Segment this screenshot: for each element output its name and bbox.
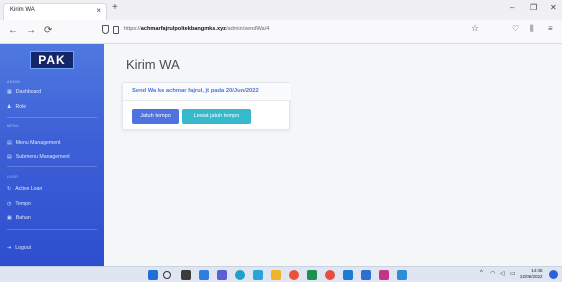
user-icon: ♟: [7, 104, 12, 110]
firefox-icon[interactable]: [289, 270, 299, 280]
chat-icon[interactable]: [217, 270, 227, 280]
sidebar-item-dashboard[interactable]: ▦ Dashboard: [7, 89, 41, 95]
app-content: PAK ADMIN ▦ Dashboard ♟ Role MENU ▤ Menu Ma…: [0, 44, 562, 266]
reload-icon[interactable]: ⟳: [44, 25, 52, 36]
sidebar-divider: [7, 229, 97, 230]
volume-icon[interactable]: ◁: [500, 270, 505, 277]
tab-title: Kirim WA: [10, 7, 35, 13]
card-header: Send Wa ke achmar fajrul, jt pada 20/Jun…: [123, 83, 291, 101]
clock-icon: ◷: [7, 201, 12, 207]
os-taskbar: ^ ◠ ◁ ▭ 14:45 22/06/2022: [0, 266, 562, 282]
forward-icon[interactable]: →: [26, 25, 36, 36]
sidebar-item-tempo[interactable]: ◷ Tempo: [7, 201, 31, 207]
task-view-icon[interactable]: [181, 270, 191, 280]
folder-icon: ▤: [7, 140, 12, 146]
windows-start-icon[interactable]: [148, 270, 158, 280]
sidebar-divider: [7, 166, 97, 167]
library-icon[interactable]: ⫼: [530, 24, 534, 34]
vscode-icon[interactable]: [397, 270, 407, 280]
sidebar-heading-user: USER: [7, 175, 19, 179]
notification-icon[interactable]: [549, 270, 558, 279]
sidebar-item-submenu-management[interactable]: ▤ Submenu Management: [7, 154, 70, 160]
menu-icon[interactable]: ≡: [548, 24, 553, 33]
sidebar-heading-admin: ADMIN: [7, 80, 21, 84]
wifi-icon[interactable]: ◠: [490, 270, 495, 277]
back-icon[interactable]: ←: [8, 25, 18, 36]
maximize-icon[interactable]: ❐: [530, 3, 537, 12]
system-clock[interactable]: 14:45 22/06/2022: [520, 268, 543, 280]
search-icon[interactable]: [163, 271, 171, 279]
edge-browser-icon[interactable]: [235, 270, 245, 280]
browser-toolbar: ← → ⟳ https://achmarfajrulpoltekbangmks.…: [0, 20, 562, 44]
sidebar-item-active-loan[interactable]: ↻ Active Loan: [7, 186, 42, 192]
browser-tab[interactable]: Kirim WA ×: [3, 3, 107, 20]
word-icon[interactable]: [361, 270, 371, 280]
tray-chevron-icon[interactable]: ^: [480, 270, 483, 276]
minimize-icon[interactable]: –: [510, 3, 514, 12]
lock-icon[interactable]: [113, 26, 119, 34]
sidebar-item-menu-management[interactable]: ▤ Menu Management: [7, 140, 60, 146]
card-header-text: Send Wa ke achmar fajrul, jt pada 20/Jun…: [132, 88, 259, 94]
close-tab-icon[interactable]: ×: [96, 6, 101, 15]
sidebar-divider: [7, 117, 97, 118]
browser-tab-strip: Kirim WA × + – ❐ ✕: [0, 0, 562, 20]
url-text[interactable]: https://achmarfajrulpoltekbangmks.xyz/ad…: [124, 26, 269, 32]
app-icon[interactable]: [343, 270, 353, 280]
sidebar: PAK ADMIN ▦ Dashboard ♟ Role MENU ▤ Menu Ma…: [0, 44, 104, 266]
close-window-icon[interactable]: ✕: [550, 3, 557, 12]
address-bar[interactable]: https://achmarfajrulpoltekbangmks.xyz/ad…: [102, 24, 487, 39]
box-icon: ▣: [7, 215, 12, 221]
bookmark-star-icon[interactable]: ☆: [471, 23, 479, 34]
sidebar-heading-menu: MENU: [7, 124, 19, 128]
refresh-icon: ↻: [7, 186, 12, 192]
pocket-icon[interactable]: ♡: [512, 24, 519, 33]
folder-icon: ▤: [7, 154, 12, 160]
sidebar-item-role[interactable]: ♟ Role: [7, 104, 26, 110]
chrome-icon[interactable]: [325, 270, 335, 280]
brand-logo[interactable]: PAK: [30, 51, 74, 69]
page-title: Kirim WA: [126, 57, 180, 72]
new-tab-button[interactable]: +: [112, 2, 118, 13]
app-icon[interactable]: [307, 270, 317, 280]
app-icon[interactable]: [379, 270, 389, 280]
logout-icon: ⇥: [7, 245, 12, 251]
lewat-jatuh-tempo-button[interactable]: Lewat jatuh tempo: [182, 109, 251, 124]
battery-icon[interactable]: ▭: [510, 270, 516, 277]
shield-icon[interactable]: [102, 25, 109, 34]
widgets-icon[interactable]: [199, 270, 209, 280]
store-icon[interactable]: [253, 270, 263, 280]
dashboard-icon: ▦: [7, 89, 12, 95]
file-explorer-icon[interactable]: [271, 270, 281, 280]
send-wa-card: Send Wa ke achmar fajrul, jt pada 20/Jun…: [122, 82, 291, 130]
sidebar-item-logout[interactable]: ⇥ Logout: [7, 245, 31, 251]
sidebar-item-bahan[interactable]: ▣ Bahan: [7, 215, 31, 221]
jatuh-tempo-button[interactable]: Jatuh tempo: [132, 109, 179, 124]
